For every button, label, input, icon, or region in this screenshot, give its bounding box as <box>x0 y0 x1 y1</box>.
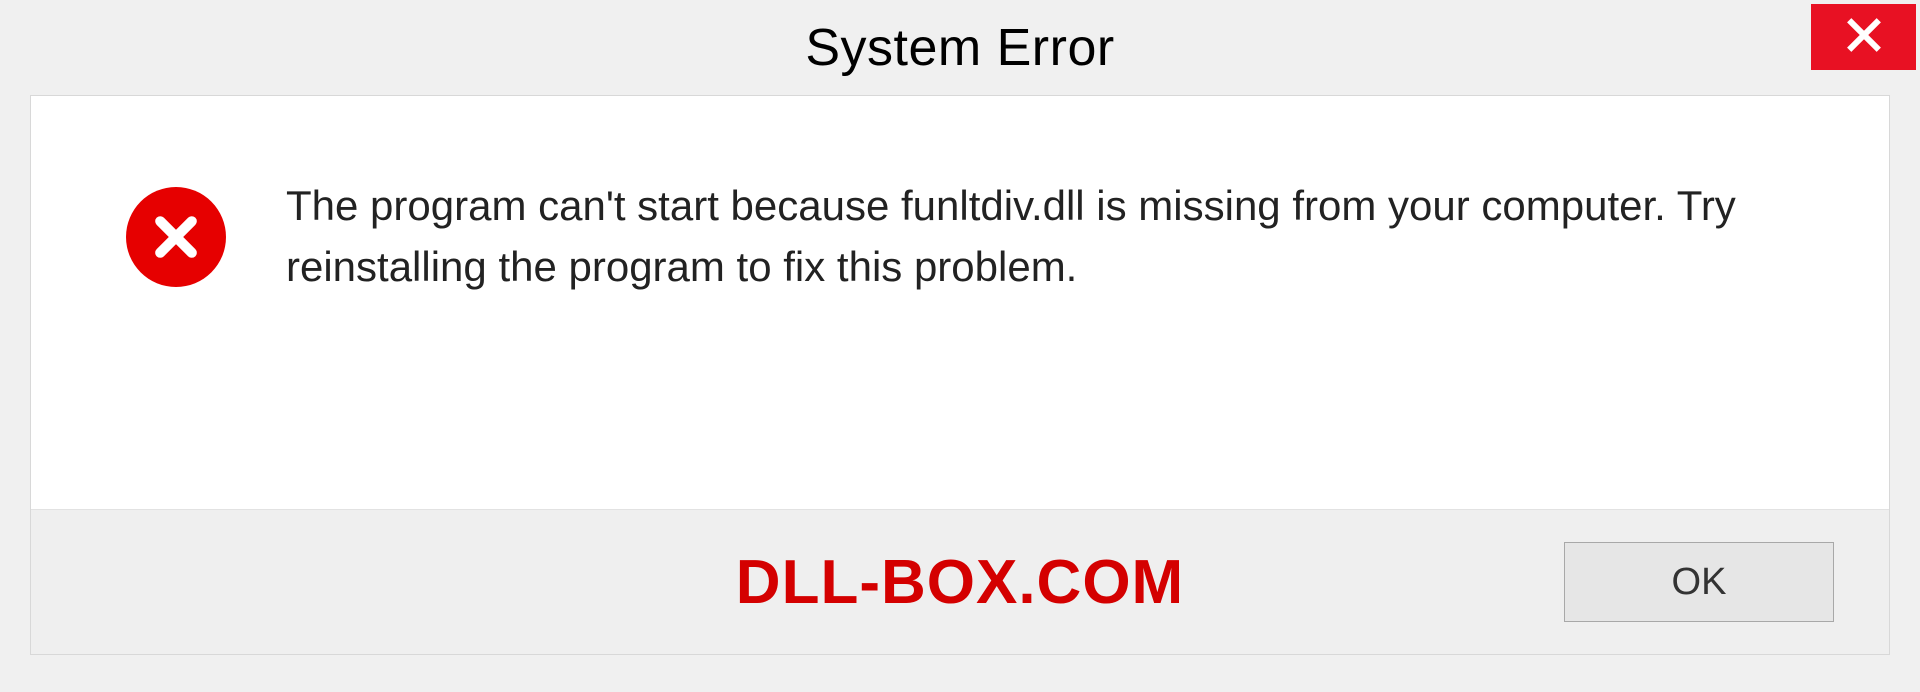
ok-button[interactable]: OK <box>1564 542 1834 622</box>
dialog-content: The program can't start because funltdiv… <box>30 95 1890 655</box>
close-button[interactable] <box>1811 4 1916 70</box>
error-icon-wrap <box>126 187 226 287</box>
dialog-footer: DLL-BOX.COM OK <box>31 509 1889 654</box>
message-area: The program can't start because funltdiv… <box>31 96 1889 298</box>
close-icon <box>1845 16 1883 59</box>
watermark-text: DLL-BOX.COM <box>736 547 1184 618</box>
error-icon <box>126 187 226 287</box>
error-message: The program can't start because funltdiv… <box>286 176 1809 298</box>
dialog-title: System Error <box>805 18 1114 78</box>
title-bar: System Error <box>0 0 1920 95</box>
